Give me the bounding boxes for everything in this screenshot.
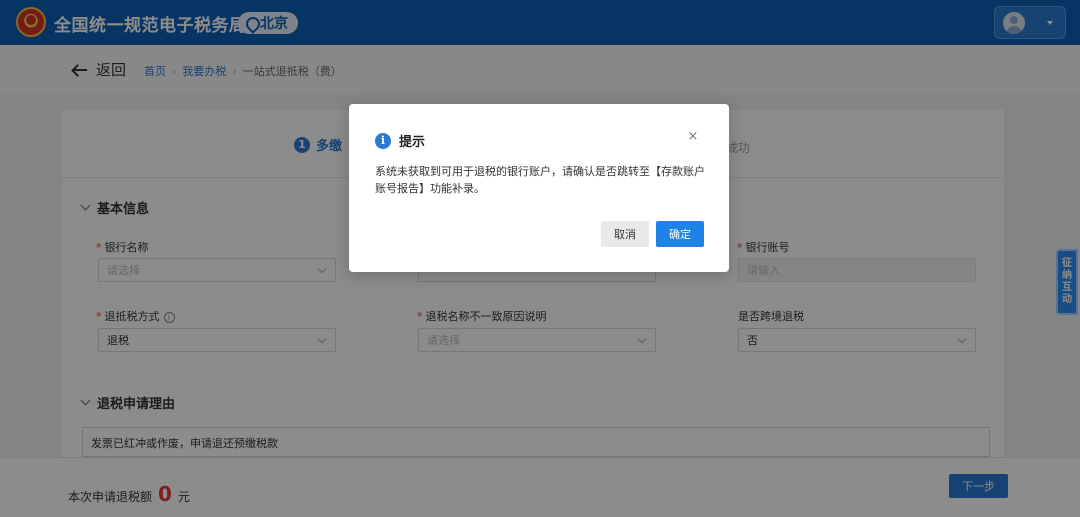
- close-icon[interactable]: ×: [686, 130, 700, 144]
- cancel-button[interactable]: 取消: [601, 221, 649, 247]
- dialog-message: 系统未获取到可用于退税的银行账户，请确认是否跳转至【存款账户账号报告】功能补录。: [375, 165, 705, 195]
- prompt-dialog: i 提示 × 系统未获取到可用于退税的银行账户，请确认是否跳转至【存款账户账号报…: [349, 104, 729, 272]
- confirm-button[interactable]: 确定: [656, 221, 704, 247]
- info-icon: i: [375, 132, 391, 149]
- dialog-title: i 提示: [375, 131, 425, 150]
